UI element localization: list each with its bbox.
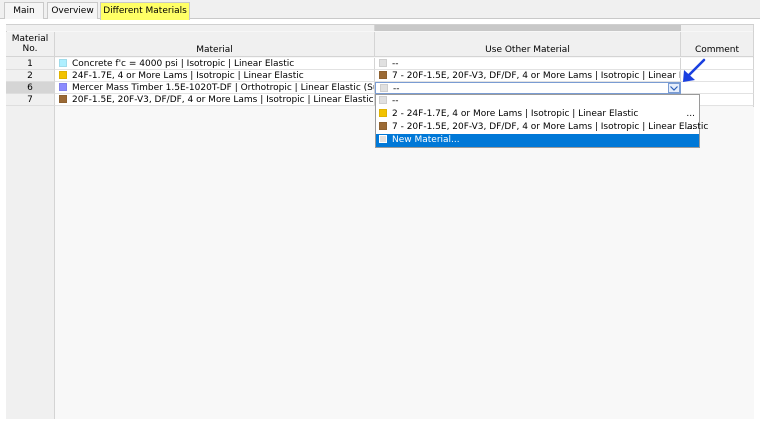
dropdown-option-new-material[interactable]: New Material... bbox=[376, 134, 699, 147]
material-color-swatch bbox=[379, 71, 387, 79]
material-color-swatch bbox=[59, 95, 67, 103]
material-cell[interactable]: 24F-1.7E, 4 or More Lams | Isotropic | L… bbox=[55, 70, 375, 82]
other-material-label: -- bbox=[392, 59, 399, 69]
use-other-material-cell[interactable]: 7 - 20F-1.5E, 20F-V3, DF/DF, 4 or More L… bbox=[375, 70, 681, 82]
dropdown-option-label: -- bbox=[392, 96, 399, 106]
material-color-swatch bbox=[379, 59, 387, 67]
table-area: Material No. Material Use Other Material… bbox=[6, 24, 754, 419]
more-icon[interactable]: ... bbox=[686, 121, 695, 134]
header-spacer-left bbox=[6, 25, 375, 31]
material-color-swatch bbox=[59, 71, 67, 79]
dropdown-option[interactable]: 2 - 24F-1.7E, 4 or More Lams | Isotropic… bbox=[376, 108, 699, 121]
header-material[interactable]: Material bbox=[55, 32, 375, 57]
header-spacer bbox=[681, 25, 754, 31]
table-empty-area bbox=[55, 107, 754, 419]
header-use-other-material[interactable]: Use Other Material bbox=[375, 32, 681, 57]
material-cell[interactable]: 20F-1.5E, 20F-V3, DF/DF, 4 or More Lams … bbox=[55, 94, 375, 106]
material-cell[interactable]: Concrete f'c = 4000 psi | Isotropic | Li… bbox=[55, 58, 375, 70]
dropdown-option-label: 2 - 24F-1.7E, 4 or More Lams | Isotropic… bbox=[392, 109, 639, 119]
header-material-no[interactable]: Material No. bbox=[6, 32, 55, 57]
column-group-strip bbox=[375, 25, 681, 31]
material-color-swatch bbox=[59, 59, 67, 67]
material-cell[interactable]: Mercer Mass Timber 1.5E-1020T-DF | Ortho… bbox=[55, 82, 375, 94]
material-color-swatch bbox=[379, 96, 387, 104]
chevron-down-icon bbox=[670, 85, 678, 91]
material-label: 20F-1.5E, 20F-V3, DF/DF, 4 or More Lams … bbox=[72, 95, 374, 105]
material-color-swatch bbox=[379, 122, 387, 130]
material-color-swatch bbox=[379, 109, 387, 117]
material-color-swatch bbox=[379, 135, 387, 143]
material-label: Mercer Mass Timber 1.5E-1020T-DF | Ortho… bbox=[72, 83, 374, 93]
header-comment[interactable]: Comment bbox=[681, 32, 754, 57]
dropdown-option-label: New Material... bbox=[392, 135, 460, 145]
material-color-swatch bbox=[380, 84, 388, 92]
tab-different-materials[interactable]: Different Materials bbox=[100, 2, 190, 20]
combo-dropdown-button[interactable] bbox=[668, 83, 680, 93]
dropdown-option[interactable]: -- bbox=[376, 95, 699, 108]
dropdown-option-label: 7 - 20F-1.5E, 20F-V3, DF/DF, 4 or More L… bbox=[392, 122, 709, 132]
row-header-column bbox=[6, 57, 55, 419]
row-number[interactable]: 1 bbox=[6, 58, 55, 70]
use-other-material-cell[interactable]: -- bbox=[375, 58, 681, 70]
row-number[interactable]: 6 bbox=[6, 82, 55, 94]
row-number[interactable]: 2 bbox=[6, 70, 55, 82]
material-label: 24F-1.7E, 4 or More Lams | Isotropic | L… bbox=[72, 71, 304, 81]
other-material-label: -- bbox=[393, 84, 400, 94]
material-dropdown-list: -- 2 - 24F-1.7E, 4 or More Lams | Isotro… bbox=[375, 94, 708, 148]
row-number[interactable]: 7 bbox=[6, 94, 55, 106]
tab-bar: Main Overview Different Materials bbox=[0, 0, 760, 20]
more-icon[interactable]: ... bbox=[686, 108, 695, 121]
material-label: Concrete f'c = 4000 psi | Isotropic | Li… bbox=[72, 59, 295, 69]
dropdown-option[interactable]: 7 - 20F-1.5E, 20F-V3, DF/DF, 4 or More L… bbox=[376, 121, 708, 134]
arrow-pointer-icon bbox=[683, 58, 706, 82]
other-material-label: 7 - 20F-1.5E, 20F-V3, DF/DF, 4 or More L… bbox=[392, 71, 681, 81]
tab-main[interactable]: Main bbox=[4, 2, 44, 19]
use-other-material-combo[interactable]: -- bbox=[375, 82, 681, 94]
tab-overview[interactable]: Overview bbox=[47, 2, 98, 19]
material-color-swatch bbox=[59, 83, 67, 91]
